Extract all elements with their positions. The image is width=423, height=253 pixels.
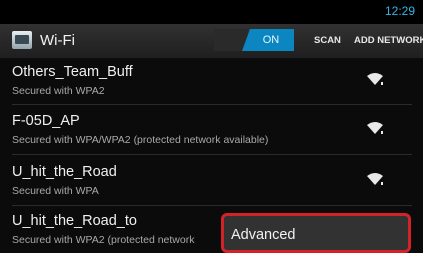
scan-button[interactable]: SCAN	[314, 35, 341, 46]
add-network-button[interactable]: ADD NETWORK	[354, 35, 423, 46]
wifi-signal-icon	[367, 73, 383, 85]
network-name: U_hit_the_Road_to	[12, 213, 137, 229]
network-security: Secured with WPA	[12, 185, 99, 197]
network-security: Secured with WPA2	[12, 85, 105, 97]
wifi-toggle[interactable]: ON	[214, 29, 294, 51]
network-name: U_hit_the_Road	[12, 164, 117, 180]
divider	[12, 154, 412, 155]
status-bar: 12:29	[0, 0, 423, 24]
advanced-label: Advanced	[231, 227, 296, 243]
divider	[12, 205, 412, 206]
network-name: Others_Team_Buff	[12, 64, 133, 80]
toggle-off-track	[214, 29, 248, 51]
network-security: Secured with WPA/WPA2 (protected network…	[12, 134, 269, 146]
wifi-signal-icon	[367, 173, 383, 185]
network-row-f-05d-ap[interactable]: F-05D_AP Secured with WPA/WPA2 (protecte…	[0, 107, 423, 153]
status-clock: 12:29	[384, 4, 415, 18]
wifi-settings-icon[interactable]	[12, 31, 32, 49]
action-bar: Wi-Fi ON SCAN ADD NETWORK	[0, 24, 423, 59]
divider	[12, 104, 412, 105]
network-row-u-hit-the-road[interactable]: U_hit_the_Road Secured with WPA	[0, 158, 423, 204]
wifi-signal-icon	[367, 122, 383, 134]
network-name: F-05D_AP	[12, 113, 80, 129]
page-title: Wi-Fi	[40, 32, 75, 49]
network-security: Secured with WPA2 (protected network	[12, 234, 195, 246]
advanced-menu-item[interactable]: Advanced	[221, 213, 411, 253]
toggle-on-label: ON	[242, 29, 294, 51]
network-row-others-team-buff[interactable]: Others_Team_Buff Secured with WPA2	[0, 58, 423, 104]
